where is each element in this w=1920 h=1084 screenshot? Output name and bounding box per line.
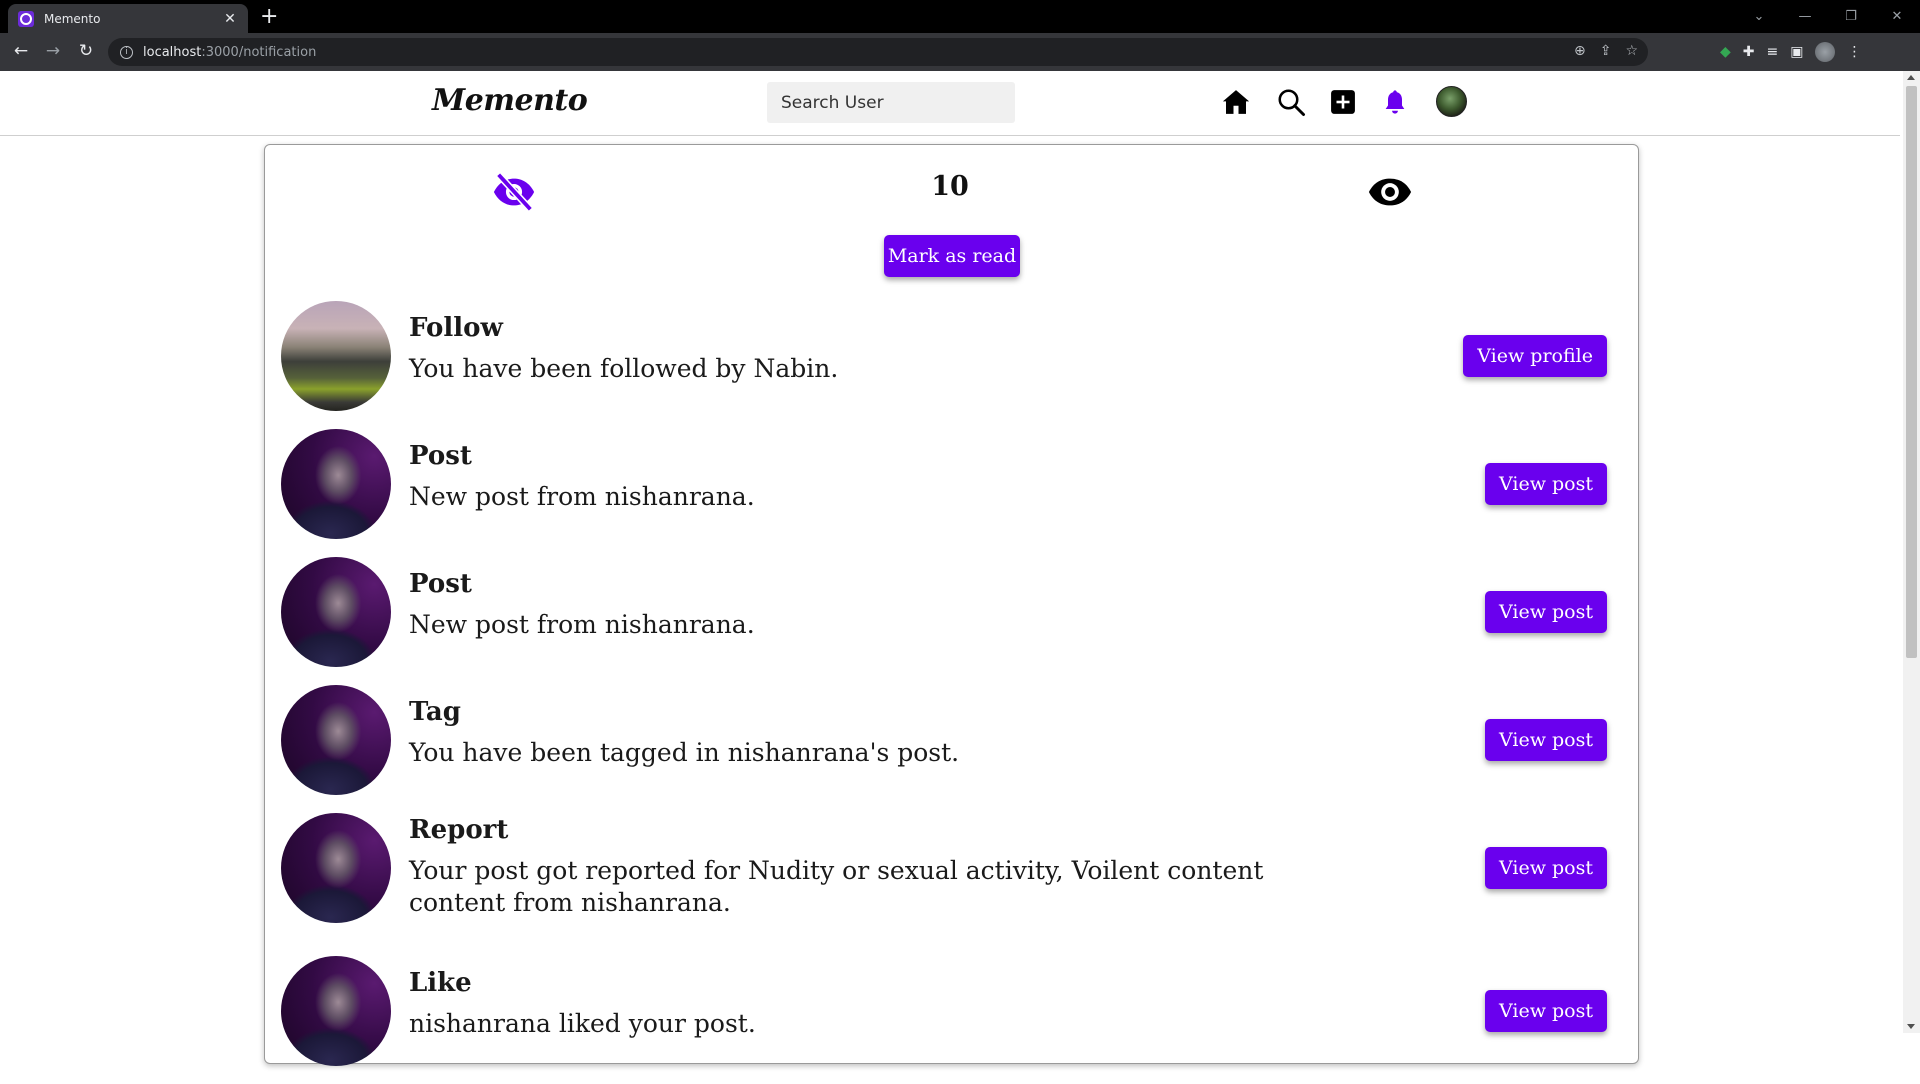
notification-item: Report Your post got reported for Nudity… bbox=[281, 813, 1625, 956]
reload-icon[interactable]: ↻ bbox=[75, 41, 97, 61]
notification-count: 10 bbox=[931, 171, 969, 202]
notification-message: nishanrana liked your post. bbox=[409, 1009, 756, 1038]
notification-list: Follow You have been followed by Nabin. … bbox=[281, 301, 1625, 1084]
view-post-button[interactable]: View post bbox=[1485, 990, 1607, 1032]
notification-avatar[interactable] bbox=[281, 557, 391, 667]
window-controls: ⌄ — ❐ ✕ bbox=[1736, 0, 1920, 33]
notification-message: You have been tagged in nishanrana's pos… bbox=[409, 738, 960, 767]
scroll-up-arrow-icon[interactable] bbox=[1907, 75, 1915, 80]
show-read-eye-icon[interactable] bbox=[1367, 169, 1413, 215]
url-path: :3000/notification bbox=[201, 44, 317, 60]
extension-icon[interactable]: ◆ bbox=[1720, 44, 1731, 60]
notification-message: Your post got reported for Nudity or sex… bbox=[409, 856, 1264, 917]
notification-item: Follow You have been followed by Nabin. … bbox=[281, 301, 1625, 429]
view-post-button[interactable]: View post bbox=[1485, 463, 1607, 505]
notification-title: Report bbox=[409, 815, 509, 845]
tab-search-icon[interactable]: ⌄ bbox=[1736, 9, 1782, 24]
app-favicon-icon bbox=[18, 10, 34, 27]
notification-avatar[interactable] bbox=[281, 956, 391, 1066]
url-host: localhost bbox=[143, 44, 202, 60]
notification-message: New post from nishanrana. bbox=[409, 482, 755, 511]
notification-item: Tag You have been tagged in nishanrana's… bbox=[281, 685, 1625, 813]
browser-tab-bar: Memento ✕ + ⌄ — ❐ ✕ bbox=[0, 0, 1920, 33]
notification-title: Tag bbox=[409, 697, 461, 727]
site-info-icon[interactable]: i bbox=[120, 45, 133, 59]
puzzle-icon[interactable]: ✚ bbox=[1743, 44, 1755, 60]
notification-title: Post bbox=[409, 441, 472, 471]
scroll-down-arrow-icon[interactable] bbox=[1907, 1024, 1915, 1029]
notification-avatar[interactable] bbox=[281, 429, 391, 539]
notification-title: Post bbox=[409, 569, 472, 599]
notification-title: Follow bbox=[409, 313, 503, 343]
scrollbar-thumb[interactable] bbox=[1906, 86, 1917, 658]
address-bar[interactable]: i localhost:3000/notification ⊕ ⇪ ☆ bbox=[108, 38, 1648, 66]
browser-tab[interactable]: Memento ✕ bbox=[8, 4, 248, 33]
notification-item: Post New post from nishanrana. View post bbox=[281, 429, 1625, 557]
notification-avatar[interactable] bbox=[281, 301, 391, 411]
view-post-button[interactable]: View post bbox=[1485, 719, 1607, 761]
view-post-button[interactable]: View post bbox=[1485, 591, 1607, 633]
minimize-icon[interactable]: — bbox=[1782, 9, 1828, 24]
notification-item: Post New post from nishanrana. View post bbox=[281, 557, 1625, 685]
notification-avatar[interactable] bbox=[281, 685, 391, 795]
view-post-button[interactable]: View post bbox=[1485, 847, 1607, 889]
mark-as-read-button[interactable]: Mark as read bbox=[884, 235, 1020, 277]
side-panel-icon[interactable]: ▣ bbox=[1790, 44, 1803, 60]
bookmark-star-icon[interactable]: ☆ bbox=[1625, 43, 1638, 59]
share-icon[interactable]: ⇪ bbox=[1600, 43, 1612, 59]
restore-icon[interactable]: ❐ bbox=[1828, 9, 1874, 24]
app-header: Memento bbox=[0, 71, 1900, 136]
notification-title: Like bbox=[409, 968, 472, 998]
notification-bell-icon[interactable] bbox=[1378, 85, 1412, 119]
notifications-card: 10 Mark as read Follow You have been fol… bbox=[264, 144, 1639, 1066]
close-window-icon[interactable]: ✕ bbox=[1874, 9, 1920, 24]
home-icon[interactable] bbox=[1219, 85, 1253, 119]
back-arrow-icon[interactable]: ← bbox=[10, 41, 32, 61]
reading-list-icon[interactable]: ≡ bbox=[1767, 44, 1779, 60]
notification-message: You have been followed by Nabin. bbox=[409, 354, 839, 383]
close-tab-icon[interactable]: ✕ bbox=[222, 11, 238, 27]
show-unread-eye-slash-icon[interactable] bbox=[491, 169, 537, 215]
notification-avatar[interactable] bbox=[281, 813, 391, 923]
create-post-icon[interactable] bbox=[1326, 85, 1360, 119]
browser-toolbar: ← → ↻ i localhost:3000/notification ⊕ ⇪ … bbox=[0, 33, 1920, 71]
search-user-input[interactable] bbox=[767, 82, 1015, 123]
view-profile-button[interactable]: View profile bbox=[1463, 335, 1607, 377]
profile-avatar-icon[interactable] bbox=[1815, 42, 1836, 62]
notification-item: Like nishanrana liked your post. View po… bbox=[281, 956, 1625, 1084]
search-icon[interactable] bbox=[1274, 85, 1308, 119]
page-scrollbar[interactable] bbox=[1903, 71, 1920, 1033]
menu-dots-icon[interactable]: ⋮ bbox=[1847, 44, 1861, 60]
address-bar-actions: ⊕ ⇪ ☆ bbox=[1574, 43, 1638, 59]
notification-message: New post from nishanrana. bbox=[409, 610, 755, 639]
forward-arrow-icon[interactable]: → bbox=[42, 41, 64, 61]
app-logo[interactable]: Memento bbox=[432, 83, 588, 118]
new-tab-icon[interactable]: + bbox=[260, 4, 278, 30]
user-avatar[interactable] bbox=[1436, 86, 1467, 117]
extensions-area: ◆ ✚ ≡ ▣ ⋮ bbox=[1720, 42, 1861, 62]
zoom-icon[interactable]: ⊕ bbox=[1574, 43, 1586, 59]
tab-title: Memento bbox=[44, 11, 101, 26]
